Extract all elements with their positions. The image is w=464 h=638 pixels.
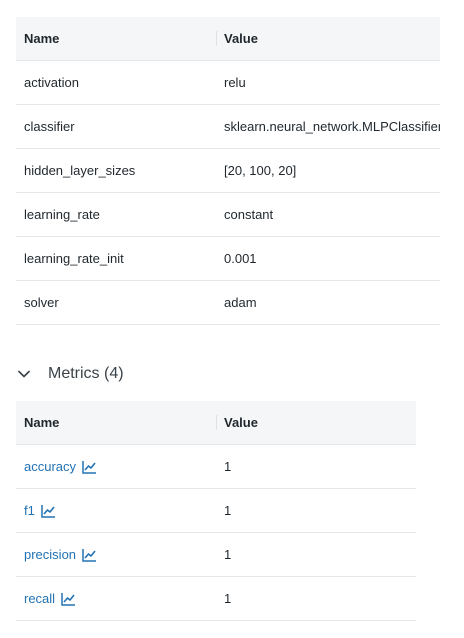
metric-value: 1 [224, 459, 232, 474]
column-header-name[interactable]: Name [16, 31, 216, 46]
parameter-value: constant [224, 207, 274, 222]
metric-name: precision [24, 547, 77, 562]
parameter-value: sklearn.neural_network.MLPClassifier [224, 119, 440, 134]
line-chart-icon [82, 548, 97, 562]
parameter-name: activation [24, 75, 79, 90]
parameter-row-classifier: classifier sklearn.neural_network.MLPCla… [16, 105, 440, 149]
metric-name: recall [24, 591, 56, 606]
metric-value: 1 [224, 503, 232, 518]
metric-name: f1 [24, 503, 35, 518]
parameter-row-activation: activation relu [16, 61, 440, 105]
metrics-header-row: Name Value [16, 401, 416, 445]
metric-row-recall: recall 1 [16, 577, 416, 621]
chevron-down-icon [16, 366, 32, 382]
metric-value: 1 [224, 591, 232, 606]
metric-name-cell: precision [16, 547, 216, 562]
parameter-row-learning-rate: learning_rate constant [16, 193, 440, 237]
metrics-section-toggle[interactable]: Metrics (4) [16, 358, 124, 390]
metric-name: accuracy [24, 459, 77, 474]
metric-name-cell: accuracy [16, 459, 216, 474]
parameter-row-hidden-layer-sizes: hidden_layer_sizes [20, 100, 20] [16, 149, 440, 193]
parameter-name: learning_rate_init [24, 251, 124, 266]
line-chart-icon [82, 460, 97, 474]
parameter-value: 0.001 [224, 251, 257, 266]
parameter-value: [20, 100, 20] [224, 163, 297, 178]
metric-row-accuracy: accuracy 1 [16, 445, 416, 489]
metric-row-f1: f1 1 [16, 489, 416, 533]
parameter-name: classifier [24, 119, 75, 134]
metric-link-f1[interactable]: f1 [24, 503, 56, 518]
metric-link-accuracy[interactable]: accuracy [24, 459, 97, 474]
parameters-header-row: Name Value [16, 17, 440, 61]
column-header-value[interactable]: Value [216, 31, 440, 46]
metrics-section-title: Metrics (4) [48, 365, 124, 382]
line-chart-icon [41, 504, 56, 518]
parameter-value: relu [224, 75, 246, 90]
parameters-table: Name Value activation relu classifier sk… [16, 17, 440, 325]
metric-link-recall[interactable]: recall [24, 591, 76, 606]
parameter-row-learning-rate-init: learning_rate_init 0.001 [16, 237, 440, 281]
column-header-name[interactable]: Name [16, 415, 216, 430]
metric-value: 1 [224, 547, 232, 562]
metric-link-precision[interactable]: precision [24, 547, 97, 562]
metric-name-cell: recall [16, 591, 216, 606]
column-header-value[interactable]: Value [216, 415, 416, 430]
parameter-name: solver [24, 295, 59, 310]
metric-row-precision: precision 1 [16, 533, 416, 577]
parameter-row-solver: solver adam [16, 281, 440, 325]
parameter-value: adam [224, 295, 257, 310]
metrics-table: Name Value accuracy 1 f1 1 precision 1 r… [16, 401, 416, 621]
parameter-name: learning_rate [24, 207, 100, 222]
line-chart-icon [61, 592, 76, 606]
parameter-name: hidden_layer_sizes [24, 163, 136, 178]
metric-name-cell: f1 [16, 503, 216, 518]
